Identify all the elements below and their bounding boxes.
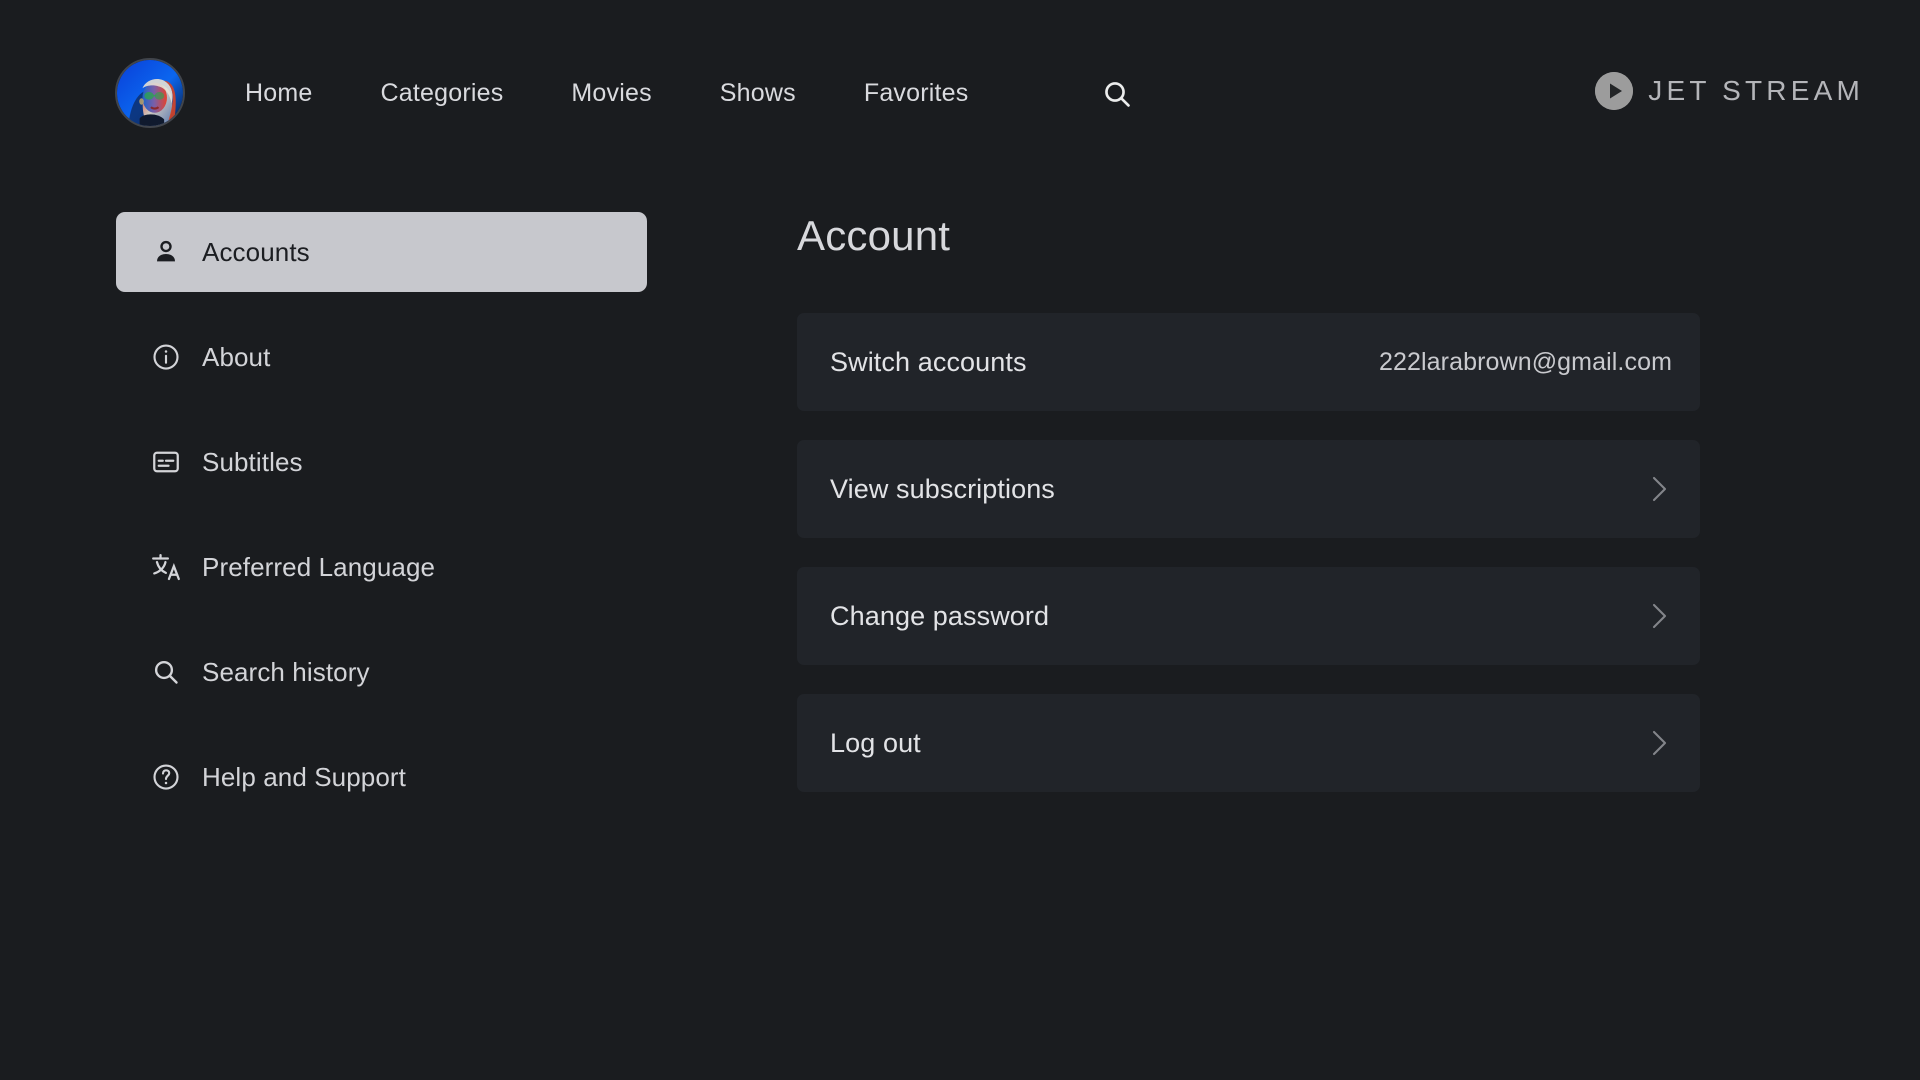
row-log-out[interactable]: Log out [797, 694, 1700, 792]
sidebar-item-label: Help and Support [202, 761, 406, 792]
sidebar-item-search-history[interactable]: Search history [116, 632, 656, 712]
nav-item-home[interactable]: Home [245, 72, 313, 114]
nav-item-movies[interactable]: Movies [571, 72, 651, 114]
settings-sidebar: Accounts About Subtitles Preferred Langu… [116, 212, 656, 817]
closed-caption-icon [149, 445, 183, 479]
nav-item-shows[interactable]: Shows [720, 72, 796, 114]
row-label: Change password [830, 600, 1050, 631]
account-email-value: 222larabrown@gmail.com [1379, 347, 1672, 376]
top-navigation-bar: Home Categories Movies Shows Favorites J… [0, 0, 1920, 158]
avatar[interactable] [115, 58, 185, 128]
sidebar-item-subtitles[interactable]: Subtitles [116, 422, 656, 502]
chevron-right-icon [1646, 726, 1672, 760]
app-root: Home Categories Movies Shows Favorites J… [0, 0, 1920, 1080]
sidebar-item-label: About [202, 341, 271, 372]
sidebar-item-label: Preferred Language [202, 551, 436, 582]
sidebar-item-about[interactable]: About [116, 317, 656, 397]
play-circle-icon [1595, 72, 1634, 110]
sidebar-item-preferred-language[interactable]: Preferred Language [116, 527, 656, 607]
nav-item-favorites[interactable]: Favorites [864, 72, 969, 114]
user-avatar-portrait [117, 60, 183, 126]
brand-name: JET STREAM [1648, 75, 1864, 106]
sidebar-item-label: Search history [202, 656, 370, 687]
sidebar-item-label: Accounts [202, 236, 310, 267]
sidebar-item-help-and-support[interactable]: Help and Support [116, 737, 656, 817]
question-circle-icon [149, 760, 183, 794]
person-icon [149, 235, 183, 269]
chevron-right-icon [1646, 599, 1672, 633]
search-icon [149, 655, 183, 689]
row-view-subscriptions[interactable]: View subscriptions [797, 440, 1700, 538]
sidebar-item-label: Subtitles [202, 446, 303, 477]
account-panel: Account Switch accounts 222larabrown@gma… [797, 212, 1700, 792]
row-label: Switch accounts [830, 346, 1027, 377]
row-switch-accounts[interactable]: Switch accounts 222larabrown@gmail.com [797, 313, 1700, 411]
sidebar-item-accounts[interactable]: Accounts [116, 212, 647, 292]
page-title: Account [797, 212, 951, 259]
info-circle-icon [149, 340, 183, 374]
nav-item-categories[interactable]: Categories [381, 72, 504, 114]
translate-icon [149, 550, 183, 584]
brand-logo[interactable]: JET STREAM [1595, 72, 1864, 110]
nav-links: Home Categories Movies Shows Favorites [245, 72, 968, 114]
search-icon[interactable] [1101, 78, 1133, 110]
row-change-password[interactable]: Change password [797, 567, 1700, 665]
chevron-right-icon [1646, 472, 1672, 506]
row-label: View subscriptions [830, 473, 1055, 504]
row-label: Log out [830, 727, 921, 758]
